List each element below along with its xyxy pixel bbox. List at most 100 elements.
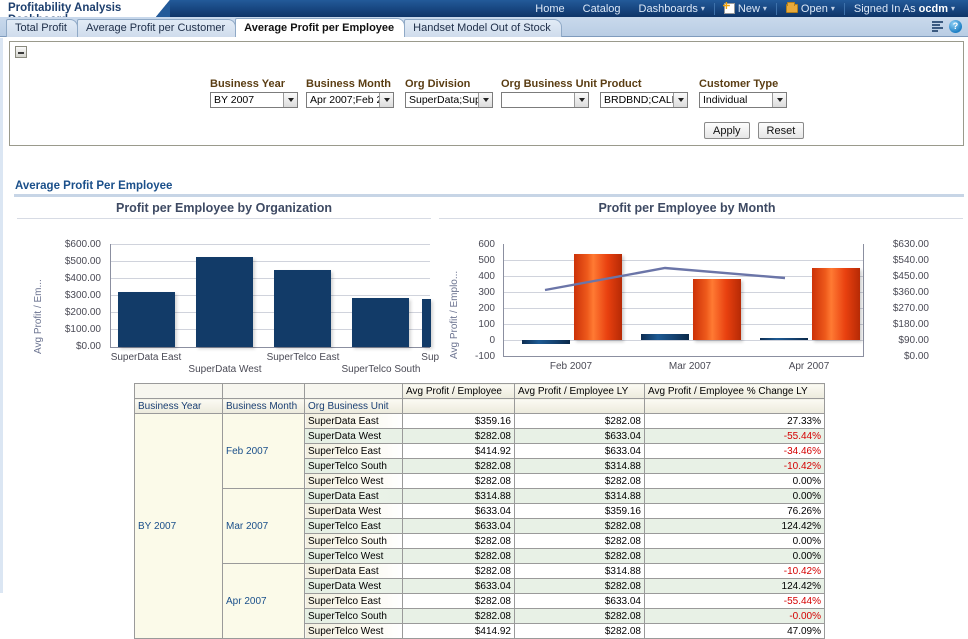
header-spacer-obu bbox=[305, 384, 403, 399]
cell-business-month[interactable]: Feb 2007 bbox=[223, 414, 305, 489]
cell-business-month[interactable]: Mar 2007 bbox=[223, 489, 305, 564]
business-year-select[interactable]: BY 2007 bbox=[210, 92, 298, 108]
cell-org-business-unit[interactable]: SuperData East bbox=[305, 489, 403, 504]
cell-avg-profit-per-employee-ly: $314.88 bbox=[515, 459, 645, 474]
cell-avg-profit-per-employee-ly: $282.08 bbox=[515, 624, 645, 639]
cell-org-business-unit[interactable]: SuperTelco South bbox=[305, 609, 403, 624]
dashboard-tab-strip: Total Profit Average Profit per Customer… bbox=[0, 17, 968, 37]
header-avg-profit-per-employee-ly[interactable]: Avg Profit / Employee LY bbox=[515, 384, 645, 399]
chart2-clipped-legend-text: u bbox=[935, 255, 968, 266]
customer-type-select[interactable]: Individual bbox=[699, 92, 787, 108]
reset-button[interactable]: Reset bbox=[758, 122, 805, 139]
cell-org-business-unit[interactable]: SuperTelco West bbox=[305, 549, 403, 564]
chart-profit-per-employee-by-organization: Profit per Employee by Organization Avg … bbox=[17, 201, 431, 376]
chart2-y2tick-180: $180.00 bbox=[869, 319, 929, 330]
cell-org-business-unit[interactable]: SuperTelco East bbox=[305, 594, 403, 609]
chart2-bar-feb-change[interactable] bbox=[522, 340, 570, 344]
cell-avg-profit-pct-change-ly: 0.00% bbox=[645, 549, 825, 564]
chart2-gridline bbox=[503, 276, 863, 277]
chart2-bar-mar-avg-profit[interactable] bbox=[693, 279, 741, 340]
nav-dashboards[interactable]: Dashboards▾ bbox=[630, 3, 714, 15]
cell-org-business-unit[interactable]: SuperData West bbox=[305, 504, 403, 519]
chart1-bar-supertelco-south[interactable] bbox=[352, 298, 409, 347]
org-division-select[interactable]: SuperData;Supe… bbox=[405, 92, 493, 108]
header-business-month[interactable]: Business Month bbox=[223, 399, 305, 414]
cell-avg-profit-per-employee-ly: $282.08 bbox=[515, 519, 645, 534]
cell-avg-profit-per-employee: $314.88 bbox=[403, 489, 515, 504]
chart1-xlabel-supertelco-south: SuperTelco South bbox=[328, 364, 434, 375]
chart2-bar-mar-change[interactable] bbox=[641, 334, 689, 340]
cell-org-business-unit[interactable]: SuperTelco West bbox=[305, 624, 403, 639]
collapse-prompts-button[interactable] bbox=[15, 46, 27, 58]
prompt-business-month: Business Month Apr 2007;Feb 2… bbox=[306, 78, 405, 108]
chart2-y2tick-630: $630.00 bbox=[869, 239, 929, 250]
chevron-down-icon[interactable] bbox=[283, 93, 297, 107]
chart1-bar-supertelco-west[interactable] bbox=[422, 299, 431, 347]
chart1-bar-superdata-east[interactable] bbox=[118, 292, 175, 347]
page-options-icon[interactable] bbox=[932, 21, 945, 33]
tab-strip-icons: ? bbox=[932, 20, 962, 33]
cell-avg-profit-pct-change-ly: 47.09% bbox=[645, 624, 825, 639]
chevron-down-icon[interactable] bbox=[379, 93, 393, 107]
tab-handset-model-out-of-stock[interactable]: Handset Model Out of Stock bbox=[404, 19, 562, 37]
org-business-unit-select[interactable] bbox=[501, 92, 589, 108]
business-month-select[interactable]: Apr 2007;Feb 2… bbox=[306, 92, 394, 108]
nav-open[interactable]: Open▾ bbox=[776, 3, 844, 15]
cell-org-business-unit[interactable]: SuperData East bbox=[305, 414, 403, 429]
chevron-down-icon[interactable] bbox=[673, 93, 687, 107]
cell-avg-profit-per-employee: $282.08 bbox=[403, 594, 515, 609]
signed-in-as-label: Signed In As bbox=[854, 3, 916, 15]
chart1-bar-supertelco-east[interactable] bbox=[274, 270, 331, 347]
chart2-bar-feb-avg-profit[interactable] bbox=[574, 254, 622, 340]
cell-avg-profit-per-employee: $282.08 bbox=[403, 549, 515, 564]
apply-button[interactable]: Apply bbox=[704, 122, 750, 139]
cell-avg-profit-per-employee-ly: $282.08 bbox=[515, 579, 645, 594]
chart1-ytick-100: $100.00 bbox=[39, 324, 101, 335]
nav-new[interactable]: New▾ bbox=[714, 3, 776, 15]
cell-org-business-unit[interactable]: SuperData East bbox=[305, 564, 403, 579]
nav-home[interactable]: Home bbox=[526, 3, 573, 15]
chart2-bar-apr-change[interactable] bbox=[760, 338, 808, 340]
cell-org-business-unit[interactable]: SuperData West bbox=[305, 429, 403, 444]
new-page-icon bbox=[724, 3, 735, 14]
nav-dashboards-label: Dashboards bbox=[639, 3, 698, 15]
report-title-rule bbox=[14, 194, 964, 197]
nav-catalog[interactable]: Catalog bbox=[574, 3, 630, 15]
help-icon[interactable]: ? bbox=[949, 20, 962, 33]
cell-business-year[interactable]: BY 2007 bbox=[135, 414, 223, 639]
chart1-ytick-200: $200.00 bbox=[39, 307, 101, 318]
cell-avg-profit-per-employee-ly: $282.08 bbox=[515, 414, 645, 429]
cell-org-business-unit[interactable]: SuperTelco East bbox=[305, 519, 403, 534]
cell-avg-profit-per-employee: $414.92 bbox=[403, 624, 515, 639]
chevron-down-icon[interactable] bbox=[574, 93, 588, 107]
cell-org-business-unit[interactable]: SuperTelco West bbox=[305, 474, 403, 489]
chevron-down-icon[interactable] bbox=[478, 93, 492, 107]
header-business-year[interactable]: Business Year bbox=[135, 399, 223, 414]
tab-average-profit-per-customer[interactable]: Average Profit per Customer bbox=[77, 19, 236, 37]
cell-avg-profit-per-employee-ly: $314.88 bbox=[515, 564, 645, 579]
chart2-clipped-legend-text-2: - bbox=[935, 319, 968, 330]
prompt-business-month-label: Business Month bbox=[306, 78, 405, 90]
cell-business-month[interactable]: Apr 2007 bbox=[223, 564, 305, 639]
table-body: BY 2007Feb 2007SuperData East$359.16$282… bbox=[135, 414, 825, 639]
header-org-business-unit[interactable]: Org Business Unit bbox=[305, 399, 403, 414]
chart1-bar-superdata-west[interactable] bbox=[196, 257, 253, 347]
chart1-gridline bbox=[110, 278, 430, 279]
header-avg-profit-pct-change-ly[interactable]: Avg Profit / Employee % Change LY bbox=[645, 384, 825, 399]
cell-org-business-unit[interactable]: SuperTelco South bbox=[305, 534, 403, 549]
nav-signed-in-as[interactable]: Signed In Asocdm▾ bbox=[844, 3, 964, 15]
product-select[interactable]: BRDBND;CALL;… bbox=[600, 92, 688, 108]
cell-avg-profit-pct-change-ly: 0.00% bbox=[645, 534, 825, 549]
chevron-down-icon[interactable] bbox=[772, 93, 786, 107]
cell-org-business-unit[interactable]: SuperTelco South bbox=[305, 459, 403, 474]
prompt-org-division-label: Org Division bbox=[405, 78, 501, 90]
header-avg-profit-per-employee[interactable]: Avg Profit / Employee bbox=[403, 384, 515, 399]
cell-org-business-unit[interactable]: SuperData West bbox=[305, 579, 403, 594]
cell-org-business-unit[interactable]: SuperTelco East bbox=[305, 444, 403, 459]
tab-total-profit[interactable]: Total Profit bbox=[6, 19, 78, 37]
chart2-y2tick-360: $360.00 bbox=[869, 287, 929, 298]
chevron-down-icon: ▾ bbox=[831, 4, 835, 13]
chart1-y-axis-line bbox=[110, 244, 111, 348]
chart2-bar-apr-avg-profit[interactable] bbox=[812, 268, 860, 340]
tab-average-profit-per-employee[interactable]: Average Profit per Employee bbox=[235, 18, 405, 37]
